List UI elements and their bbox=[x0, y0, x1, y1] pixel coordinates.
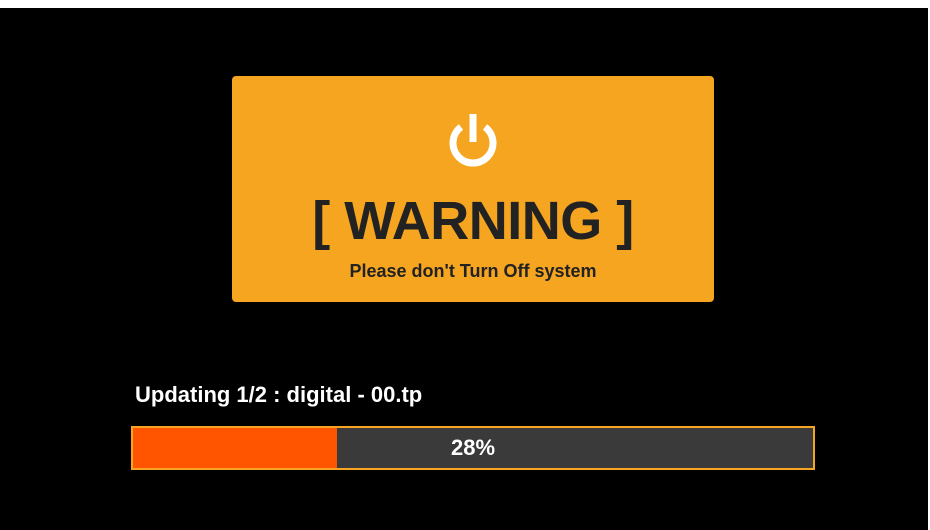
power-icon bbox=[449, 114, 497, 167]
warning-panel: [ WARNING ] Please don't Turn Off system bbox=[232, 76, 714, 302]
update-screen: [ WARNING ] Please don't Turn Off system… bbox=[0, 0, 930, 530]
warning-title: [ WARNING ] bbox=[312, 191, 634, 251]
progress-percent: 28% bbox=[450, 435, 496, 460]
warning-subtitle: Please don't Turn Off system bbox=[349, 261, 597, 281]
update-status-text: Updating 1/2 : digital - 00.tp bbox=[135, 382, 423, 407]
progress-bar: 28% bbox=[131, 426, 815, 470]
